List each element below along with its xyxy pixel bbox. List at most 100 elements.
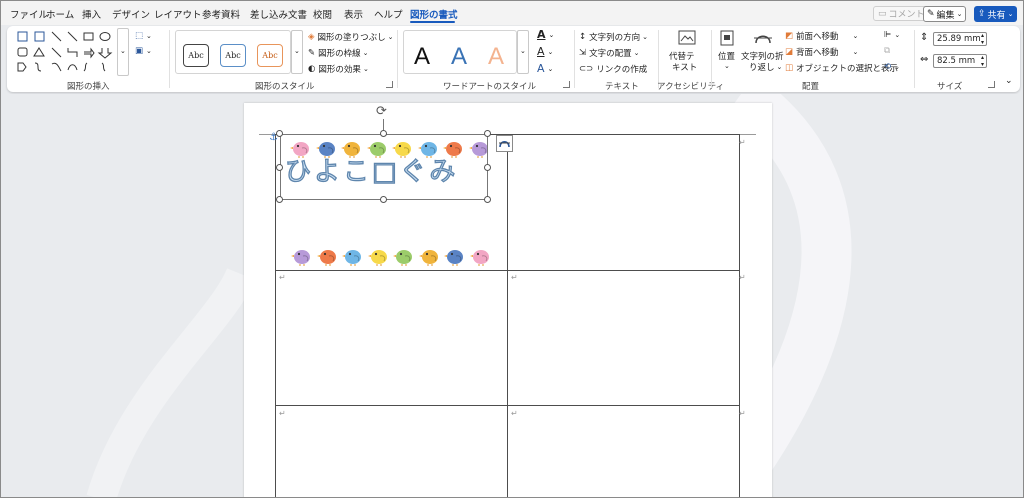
shape-width-value: 82.5 mm xyxy=(937,56,976,66)
shape-height-input[interactable]: 25.89 mm ▴ ▾ xyxy=(933,32,987,46)
selection-pane-label: オブジェクトの選択と表示 xyxy=(796,64,899,74)
rotate-button[interactable]: ⟲ ⌄ xyxy=(884,62,900,72)
shape-styles-gallery[interactable]: Abc Abc Abc xyxy=(175,30,291,74)
text-fill-button[interactable]: A ⌄ xyxy=(537,28,554,41)
chevron-down-icon: ⌄ xyxy=(852,48,859,56)
tab-insert[interactable]: 挿入 xyxy=(82,7,101,21)
resize-handle-top-left[interactable] xyxy=(276,130,283,137)
align-button[interactable]: ⊫ ⌄ xyxy=(884,30,900,40)
create-link-button[interactable]: ⊂⊃ リンクの作成 xyxy=(579,63,647,75)
editing-mode-button[interactable]: ✎ 編集 ⌄ xyxy=(923,6,967,22)
chevron-down-icon: ⌄ xyxy=(547,64,554,73)
resize-handle-right[interactable] xyxy=(484,164,491,171)
group-label-text: テキスト xyxy=(605,82,639,92)
paragraph-mark: ↵ xyxy=(739,273,746,282)
text-outline-button[interactable]: A ⌄ xyxy=(537,45,553,58)
group-objects-button[interactable]: ⧉ xyxy=(884,46,890,56)
group-label-accessibility: アクセシビリティ xyxy=(657,82,725,92)
align-text-button[interactable]: ⇲ 文字の配置 ⌄ xyxy=(579,47,640,59)
shapes-gallery[interactable] xyxy=(15,30,115,74)
chevron-down-icon: ⌄ xyxy=(894,63,900,71)
group-label-size: サイズ xyxy=(937,82,963,92)
tab-view[interactable]: 表示 xyxy=(344,7,363,21)
shape-outline-button[interactable]: ✎ 図形の枠線 ⌄ xyxy=(308,47,369,59)
edit-shape-button[interactable]: ⬚ ⌄ xyxy=(135,31,152,41)
chevron-down-icon: ⌄ xyxy=(547,47,554,56)
alt-text-button[interactable]: 代替テ キスト xyxy=(667,30,707,76)
resize-handle-top[interactable] xyxy=(380,130,387,137)
spinner-icon[interactable]: ▴ ▾ xyxy=(981,54,984,68)
expand-gallery-icon: ⌄ xyxy=(120,47,126,55)
position-button[interactable]: 位置 ⌄ xyxy=(716,30,738,76)
tab-file[interactable]: ファイル xyxy=(10,7,48,21)
send-backward-button[interactable]: ◪ 背面へ移動 ⌄ xyxy=(785,46,858,58)
tab-shape-format[interactable]: 図形の書式 xyxy=(410,7,458,21)
label-cell[interactable] xyxy=(276,271,507,405)
chevron-down-icon: ⌄ xyxy=(956,10,963,18)
wrap-text-label-line2: り返し ⌄ xyxy=(749,63,783,73)
text-direction-label: 文字列の方向 xyxy=(589,33,641,43)
shape-styles-more[interactable]: ⌄ xyxy=(291,30,303,74)
group-separator xyxy=(711,30,712,88)
margin-mark xyxy=(740,134,756,135)
resize-handle-top-right[interactable] xyxy=(484,130,491,137)
shape-selection-frame[interactable] xyxy=(280,134,488,200)
share-button[interactable]: ⇪ 共有 ⌄ xyxy=(974,6,1018,22)
resize-handle-bottom-left[interactable] xyxy=(276,196,283,203)
group-label-shape-styles: 図形のスタイル xyxy=(255,82,315,92)
shape-style-dark[interactable]: Abc xyxy=(183,44,209,67)
shape-styles-launcher-icon[interactable] xyxy=(386,81,393,88)
tab-review[interactable]: 校閲 xyxy=(313,7,332,21)
paragraph-mark: ↵ xyxy=(279,273,286,282)
text-effects-button[interactable]: A ⌄ xyxy=(537,62,553,75)
selection-pane-button[interactable]: ◫ オブジェクトの選択と表示 xyxy=(785,62,898,74)
tab-home[interactable]: ホーム xyxy=(46,7,74,21)
tab-design[interactable]: デザイン xyxy=(112,7,150,21)
label-cell[interactable] xyxy=(508,406,739,497)
send-backward-icon: ◪ xyxy=(785,47,794,57)
send-backward-label: 背面へ移動 xyxy=(796,48,839,58)
wordart-launcher-icon[interactable] xyxy=(563,81,570,88)
size-launcher-icon[interactable] xyxy=(988,81,995,88)
collapse-ribbon-icon[interactable]: ⌄ xyxy=(1005,76,1013,86)
tab-references[interactable]: 参考資料 xyxy=(202,7,240,21)
resize-handle-bottom-right[interactable] xyxy=(484,196,491,203)
create-link-label: リンクの作成 xyxy=(596,65,648,75)
wrap-text-button[interactable]: 文字列の折 り返し ⌄ xyxy=(741,30,785,76)
spinner-icon[interactable]: ▴ ▾ xyxy=(981,32,984,46)
shape-fill-button[interactable]: ◈ 図形の塗りつぶし ⌄ xyxy=(308,31,394,43)
pen-icon: ✎ xyxy=(308,48,316,58)
tab-help[interactable]: ヘルプ xyxy=(374,7,403,21)
label-cell[interactable] xyxy=(508,135,739,270)
align-text-label: 文字の配置 xyxy=(589,49,632,59)
position-icon xyxy=(720,30,734,46)
shape-width-input[interactable]: 82.5 mm ▴ ▾ xyxy=(933,54,987,68)
shapes-gallery-more[interactable]: ⌄ xyxy=(117,28,129,76)
paragraph-mark: ↵ xyxy=(511,409,518,418)
text-direction-button[interactable]: ↕ 文字列の方向 ⌄ xyxy=(579,31,648,43)
label-cell[interactable] xyxy=(508,271,739,405)
wordart-more[interactable]: ⌄ xyxy=(517,30,529,74)
group-objects-icon: ⧉ xyxy=(884,46,891,56)
rotate-handle-icon[interactable]: ⟳ xyxy=(376,104,387,119)
edit-label: 編集 xyxy=(936,10,955,21)
resize-handle-bottom[interactable] xyxy=(380,196,387,203)
shape-icons xyxy=(17,31,113,72)
wordart-gallery[interactable]: A A A xyxy=(403,30,517,74)
layout-options-button[interactable] xyxy=(496,135,513,152)
tab-mailings[interactable]: 差し込み文書 xyxy=(250,7,307,21)
wordart-style-blue[interactable]: A xyxy=(451,43,467,71)
wordart-style-orange[interactable]: A xyxy=(488,43,504,71)
resize-handle-left[interactable] xyxy=(276,164,283,171)
text-effects-icon: A xyxy=(537,62,545,75)
comment-button[interactable]: ▭ コメント xyxy=(873,6,930,21)
shape-style-blue[interactable]: Abc xyxy=(220,44,246,67)
expand-gallery-icon: ⌄ xyxy=(294,47,300,55)
bring-forward-button[interactable]: ◩ 前面へ移動 ⌄ xyxy=(785,30,858,42)
label-cell[interactable] xyxy=(276,406,507,497)
tab-layout[interactable]: レイアウト xyxy=(154,7,202,21)
draw-textbox-button[interactable]: ▣ ⌄ xyxy=(135,46,152,56)
shape-effects-button[interactable]: ◐ 図形の効果 ⌄ xyxy=(308,63,369,75)
wordart-style-black[interactable]: A xyxy=(414,43,430,71)
shape-style-orange[interactable]: Abc xyxy=(257,44,283,67)
